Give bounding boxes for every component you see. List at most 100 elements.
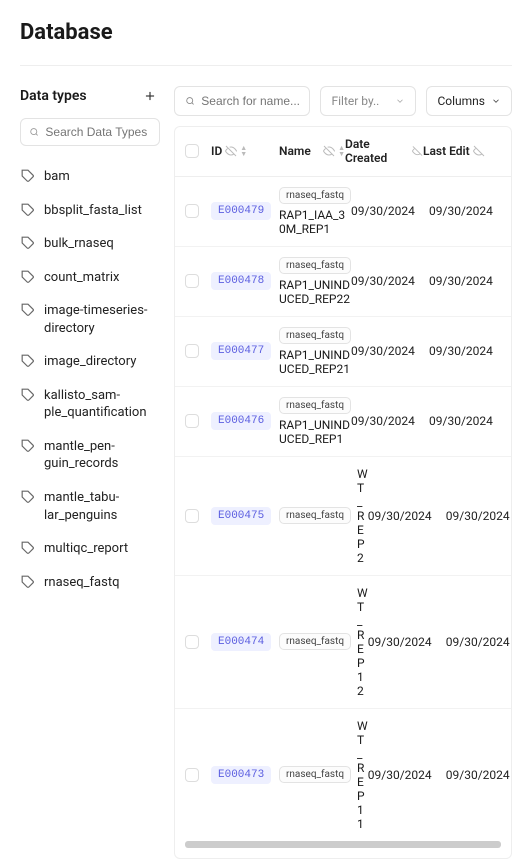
sidebar-item[interactable]: image-timeseries-directory: [20, 294, 160, 345]
row-checkbox[interactable]: [185, 635, 199, 649]
scrollbar[interactable]: [185, 841, 501, 848]
id-badge[interactable]: E000473: [211, 766, 271, 784]
sidebar-heading: Data types: [20, 88, 87, 104]
tag-icon: [20, 490, 36, 504]
sidebar-item[interactable]: kallisto_sam­ple_quantification: [20, 379, 160, 430]
col-id-header[interactable]: ID ▲▼: [211, 144, 279, 158]
id-badge[interactable]: E000476: [211, 412, 271, 430]
col-last-edit-header[interactable]: Last Edit: [423, 144, 501, 158]
sidebar-search[interactable]: [20, 118, 160, 146]
sidebar-item-label: mantle_tabu­lar_penguins: [44, 489, 160, 524]
date-created-cell: 09/30/2024: [368, 768, 446, 782]
date-created-cell: 09/30/2024: [351, 204, 429, 218]
table-row: E000478 rnaseq_fastq RAP1_UNINDUCED_REP22 0…: [175, 247, 511, 317]
sidebar-item-label: rnaseq_fastq: [44, 574, 119, 592]
table: ID ▲▼ Name ▲▼ Date Created: [174, 126, 512, 859]
type-badge: rnaseq_fastq: [279, 397, 351, 414]
type-badge: rnaseq_fastq: [279, 257, 351, 274]
last-edit-cell: 09/30/2024: [429, 414, 507, 428]
eye-off-icon: [323, 145, 335, 157]
type-badge: rnaseq_fastq: [279, 766, 351, 783]
row-checkbox[interactable]: [185, 274, 199, 288]
tag-icon: [20, 541, 36, 555]
row-checkbox[interactable]: [185, 344, 199, 358]
sidebar-item[interactable]: rnaseq_fastq: [20, 566, 160, 600]
sidebar-item-label: mantle_pen­guin_records: [44, 438, 160, 473]
row-name: RAP1_UNINDUCED_REP1: [279, 418, 351, 446]
id-badge[interactable]: E000475: [211, 507, 271, 525]
last-edit-cell: 09/30/2024: [446, 635, 512, 649]
sort-icon: ▲▼: [338, 145, 345, 157]
col-name-header[interactable]: Name ▲▼: [279, 144, 345, 158]
row-name: WT_REP2: [357, 467, 368, 565]
tag-icon: [20, 575, 36, 589]
sidebar-item[interactable]: bbsplit_fasta_list: [20, 194, 160, 228]
type-badge: rnaseq_fastq: [279, 327, 351, 344]
table-row: E000479 rnaseq_fastq RAP1_IAA_30M_REP109/3…: [175, 177, 511, 247]
filter-label: Filter by..: [331, 94, 379, 108]
col-checkbox: [185, 144, 211, 158]
tag-icon: [20, 270, 36, 284]
date-created-cell: 09/30/2024: [368, 635, 446, 649]
sidebar-item[interactable]: bulk_rnaseq: [20, 227, 160, 261]
row-checkbox[interactable]: [185, 204, 199, 218]
sort-icon: ▲▼: [240, 145, 247, 157]
row-name: RAP1_IAA_30M_REP1: [279, 208, 351, 236]
last-edit-cell: 09/30/2024: [446, 768, 512, 782]
id-badge[interactable]: E000478: [211, 272, 271, 290]
main: Filter by.. Columns ID ▲▼: [174, 86, 512, 859]
row-name: RAP1_UNINDUCED_REP21: [279, 348, 351, 376]
table-row: E000475rnaseq_fastqWT_REP209/30/202409/3…: [175, 457, 511, 576]
tag-icon: [20, 203, 36, 217]
sidebar-item-label: bam: [44, 168, 70, 186]
page-title: Database: [20, 20, 512, 45]
sidebar-item[interactable]: mantle_tabu­lar_penguins: [20, 481, 160, 532]
sidebar-item[interactable]: multiqc_report: [20, 532, 160, 566]
select-all-checkbox[interactable]: [185, 144, 199, 158]
columns-label: Columns: [437, 94, 485, 108]
sidebar-item-label: kallisto_sam­ple_quantification: [44, 387, 160, 422]
search-icon: [29, 126, 39, 138]
id-badge[interactable]: E000474: [211, 633, 271, 651]
type-badge: rnaseq_fastq: [279, 507, 351, 524]
sidebar-item-label: bbsplit_fasta_list: [44, 202, 142, 220]
tag-icon: [20, 236, 36, 250]
sidebar-search-input[interactable]: [45, 125, 151, 139]
chevron-down-icon: [491, 96, 501, 106]
col-date-created-header[interactable]: Date Created: [345, 137, 423, 166]
columns-dropdown[interactable]: Columns: [426, 86, 512, 116]
add-data-type-button[interactable]: [140, 86, 160, 106]
last-edit-cell: 09/30/2024: [429, 274, 507, 288]
data-type-list: bam bbsplit_fasta_list bulk_rnaseq count_ma…: [20, 160, 160, 599]
last-edit-cell: 09/30/2024: [429, 344, 507, 358]
sidebar-item[interactable]: count_matrix: [20, 261, 160, 295]
row-name: WT_REP12: [357, 586, 368, 698]
sidebar-item[interactable]: bam: [20, 160, 160, 194]
sidebar-item[interactable]: image_directory: [20, 345, 160, 379]
eye-off-icon: [412, 145, 423, 157]
chevron-down-icon: [395, 96, 405, 106]
filter-dropdown[interactable]: Filter by..: [320, 86, 416, 116]
tag-icon: [20, 388, 36, 402]
tag-icon: [20, 303, 36, 317]
date-created-cell: 09/30/2024: [351, 344, 429, 358]
table-row: E000473rnaseq_fastqWT_REP1109/30/202409/…: [175, 709, 511, 841]
row-checkbox[interactable]: [185, 768, 199, 782]
sidebar-item-label: bulk_rnaseq: [44, 235, 114, 253]
date-created-cell: 09/30/2024: [351, 414, 429, 428]
id-badge[interactable]: E000477: [211, 342, 271, 360]
table-row: E000477rnaseq_fastqRAP1_UNINDUCED_REP210…: [175, 317, 511, 387]
id-badge[interactable]: E000479: [211, 202, 271, 220]
tag-icon: [20, 439, 36, 453]
sidebar-item-label: image_directory: [44, 353, 136, 371]
sidebar-item-label: count_matrix: [44, 269, 119, 287]
sidebar-item[interactable]: mantle_pen­guin_records: [20, 430, 160, 481]
table-search[interactable]: [174, 86, 310, 116]
table-header: ID ▲▼ Name ▲▼ Date Created: [175, 127, 511, 177]
table-search-input[interactable]: [201, 94, 299, 108]
type-badge: rnaseq_fastq: [279, 187, 351, 204]
row-name: RAP1_UNINDUCED_REP22: [279, 278, 351, 306]
search-icon: [185, 95, 195, 107]
row-checkbox[interactable]: [185, 414, 199, 428]
sidebar-item-label: image-timeseries-directory: [44, 302, 160, 337]
